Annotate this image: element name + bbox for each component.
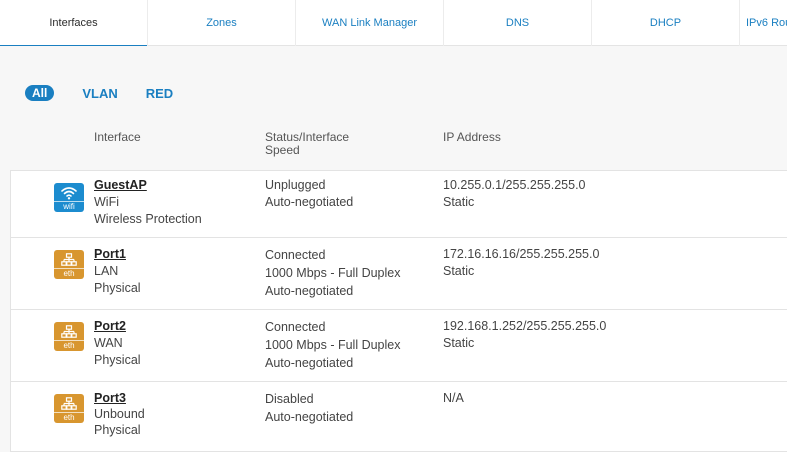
network-icon: eth bbox=[54, 394, 84, 423]
column-header-ip-address[interactable]: IP Address bbox=[443, 131, 501, 144]
ip-address: N/A bbox=[443, 391, 464, 405]
network-icon: eth bbox=[54, 322, 84, 351]
status-text: Disabled bbox=[265, 392, 314, 406]
interfaces-table: wifi GuestAP WiFi Wireless Protection Un… bbox=[10, 170, 787, 452]
status-text: Connected bbox=[265, 248, 326, 262]
column-header-status-line2: Speed bbox=[265, 143, 300, 157]
interface-name-link[interactable]: GuestAP bbox=[94, 177, 202, 194]
tab-dhcp[interactable]: DHCP bbox=[592, 0, 740, 46]
icon-tag: eth bbox=[54, 268, 84, 279]
tab-ipv6-router[interactable]: IPv6 Rou bbox=[740, 0, 787, 46]
tab-bar: Interfaces Zones WAN Link Manager DNS DH… bbox=[0, 0, 787, 46]
interface-filter: All VLAN RED bbox=[25, 84, 201, 102]
interface-name-link[interactable]: Port3 bbox=[94, 390, 145, 406]
interface-kind: Physical bbox=[94, 353, 141, 367]
interface-type: LAN bbox=[94, 264, 119, 278]
tab-wan-link-manager[interactable]: WAN Link Manager bbox=[296, 0, 444, 46]
ip-mode: Static bbox=[443, 195, 475, 209]
filter-red[interactable]: RED bbox=[146, 86, 173, 101]
ip-address: 192.168.1.252/255.255.255.0 bbox=[443, 319, 607, 333]
interface-name-link[interactable]: Port1 bbox=[94, 246, 141, 263]
status-text: Unplugged bbox=[265, 178, 326, 192]
interface-type: Unbound bbox=[94, 407, 145, 421]
ip-address: 172.16.16.16/255.255.255.0 bbox=[443, 247, 600, 261]
network-icon: eth bbox=[54, 250, 84, 279]
filter-vlan[interactable]: VLAN bbox=[82, 86, 117, 101]
negotiation-text: Auto-negotiated bbox=[265, 356, 354, 370]
speed-text: Auto-negotiated bbox=[265, 195, 354, 209]
ip-mode: Static bbox=[443, 264, 475, 278]
interface-type: WiFi bbox=[94, 195, 119, 209]
negotiation-text: Auto-negotiated bbox=[265, 284, 354, 298]
speed-text: 1000 Mbps - Full Duplex bbox=[265, 266, 401, 280]
column-header-interface[interactable]: Interface bbox=[94, 131, 141, 144]
tab-interfaces[interactable]: Interfaces bbox=[0, 0, 148, 46]
speed-text: Auto-negotiated bbox=[265, 410, 354, 424]
tab-dns[interactable]: DNS bbox=[444, 0, 592, 46]
interface-kind: Wireless Protection bbox=[94, 212, 202, 226]
column-header-status[interactable]: Status/Interface Speed bbox=[265, 131, 349, 157]
speed-text: 1000 Mbps - Full Duplex bbox=[265, 338, 401, 352]
interface-kind: Physical bbox=[94, 423, 141, 437]
tab-zones[interactable]: Zones bbox=[148, 0, 296, 46]
status-text: Connected bbox=[265, 320, 326, 334]
table-row[interactable]: eth Port1 LAN Physical Connected 1000 Mb… bbox=[10, 238, 787, 310]
table-row[interactable]: wifi GuestAP WiFi Wireless Protection Un… bbox=[10, 170, 787, 238]
interface-name-link[interactable]: Port2 bbox=[94, 318, 141, 335]
wifi-icon: wifi bbox=[54, 183, 84, 212]
icon-tag: wifi bbox=[54, 201, 84, 212]
icon-tag: eth bbox=[54, 340, 84, 351]
interface-kind: Physical bbox=[94, 281, 141, 295]
interface-type: WAN bbox=[94, 336, 123, 350]
table-row[interactable]: eth Port3 Unbound Physical Disabled Auto… bbox=[10, 382, 787, 452]
filter-all[interactable]: All bbox=[25, 85, 55, 101]
ip-address: 10.255.0.1/255.255.255.0 bbox=[443, 178, 586, 192]
ip-mode: Static bbox=[443, 336, 475, 350]
icon-tag: eth bbox=[54, 412, 84, 423]
table-row[interactable]: eth Port2 WAN Physical Connected 1000 Mb… bbox=[10, 310, 787, 382]
